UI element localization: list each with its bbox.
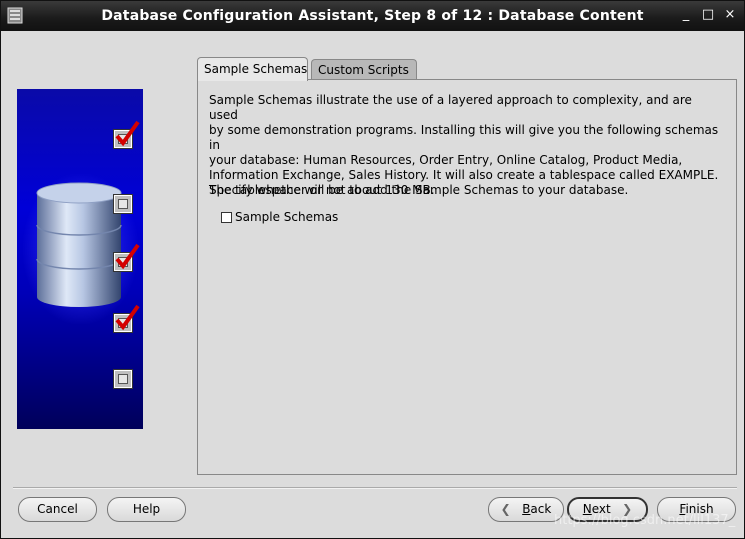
tab-custom-scripts[interactable]: Custom Scripts: [311, 59, 417, 79]
close-button[interactable]: ×: [722, 7, 738, 23]
description-line: your database: Human Resources, Order En…: [209, 153, 683, 167]
dbca-window: Database Configuration Assistant, Step 8…: [0, 0, 745, 539]
window-title: Database Configuration Assistant, Step 8…: [101, 8, 644, 24]
back-button[interactable]: ❮ Back: [488, 497, 564, 522]
specify-text: Specify whether or not to add the Sample…: [209, 183, 629, 197]
description-line: Information Exchange, Sales History. It …: [209, 168, 719, 182]
checkmark-icon: [115, 120, 140, 147]
sample-schemas-option[interactable]: Sample Schemas: [221, 210, 338, 224]
maximize-button[interactable]: □: [700, 7, 716, 23]
title-bar[interactable]: Database Configuration Assistant, Step 8…: [1, 1, 744, 31]
back-label: ack: [530, 502, 552, 516]
sample-schemas-panel: Sample Schemas illustrate the use of a l…: [197, 79, 737, 475]
help-button[interactable]: Help: [107, 497, 186, 522]
description-line: Sample Schemas illustrate the use of a l…: [209, 93, 692, 122]
minimize-button[interactable]: _: [678, 7, 694, 23]
cancel-label: Cancel: [37, 502, 78, 516]
next-label: ext: [591, 502, 611, 516]
wizard-graphic: [17, 89, 143, 429]
cancel-button[interactable]: Cancel: [18, 497, 97, 522]
chevron-right-icon: ❯: [622, 502, 633, 516]
next-mnemonic: N: [582, 502, 592, 516]
checkmark-icon: [115, 304, 140, 331]
sample-schemas-checkbox[interactable]: [221, 211, 232, 223]
separator: [13, 487, 737, 489]
help-label: Help: [132, 502, 161, 516]
description-line: by some demonstration programs. Installi…: [209, 123, 719, 152]
step-checkbox-2: [113, 194, 133, 214]
checkmark-icon: [115, 243, 140, 270]
next-button[interactable]: Next ❯: [567, 497, 648, 522]
tab-sample-schemas[interactable]: Sample Schemas: [197, 57, 308, 81]
step-checkbox-5: [113, 369, 133, 389]
finish-label: inish: [685, 502, 714, 516]
finish-button[interactable]: Finish: [657, 497, 736, 522]
sample-schemas-checkbox-label[interactable]: Sample Schemas: [235, 210, 338, 224]
chevron-left-icon: ❮: [500, 502, 511, 516]
